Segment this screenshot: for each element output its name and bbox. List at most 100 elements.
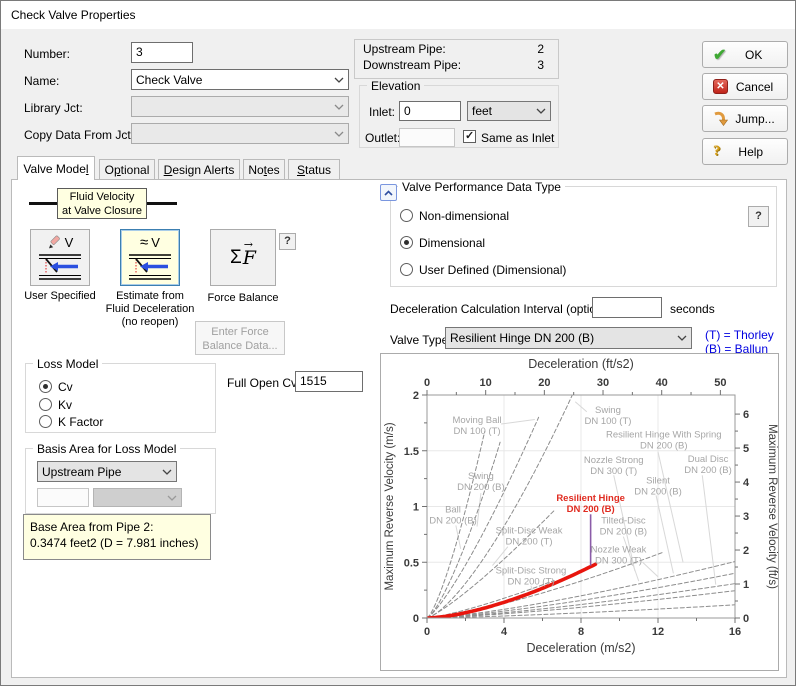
radio-kv[interactable]: Kv xyxy=(39,397,72,412)
user-specified-button[interactable]: V xyxy=(30,229,90,286)
svg-text:Maximum Reverse Velocity (m/s): Maximum Reverse Velocity (m/s) xyxy=(384,422,396,590)
interval-unit-label: seconds xyxy=(670,302,715,316)
valve-type-label: Valve Type: xyxy=(390,333,452,347)
question-mark-icon: ? xyxy=(713,143,721,159)
chevron-down-icon xyxy=(536,108,546,114)
performance-legend: Valve Performance Data Type xyxy=(398,180,565,194)
radio-non-dimensional[interactable]: Non-dimensional xyxy=(400,208,509,223)
check-valve-pipe-icon xyxy=(38,253,82,281)
svg-text:0: 0 xyxy=(424,626,430,638)
chevron-down-icon xyxy=(334,77,344,83)
copy-data-label: Copy Data From Jct... xyxy=(24,128,141,142)
basis-area-combo[interactable]: Upstream Pipe xyxy=(37,461,177,482)
outlet-label: Outlet: xyxy=(365,131,401,145)
model-help-button[interactable]: ? xyxy=(279,233,296,250)
svg-text:50: 50 xyxy=(714,377,726,389)
cancel-button[interactable]: ✕ Cancel xyxy=(702,73,788,100)
loss-model-legend: Loss Model xyxy=(33,357,103,371)
svg-text:4: 4 xyxy=(501,626,508,638)
tab-valve-model[interactable]: Valve Model xyxy=(17,156,95,180)
chevron-down-icon xyxy=(677,335,687,341)
svg-text:1: 1 xyxy=(413,502,419,514)
elevation-legend: Elevation xyxy=(367,79,425,93)
svg-text:Resilient HingeDN 200 (B): Resilient Hinge DN 200 (B) xyxy=(556,493,625,515)
radio-dimensional[interactable]: Dimensional xyxy=(400,235,485,250)
ok-button[interactable]: ✔ OK xyxy=(702,41,788,68)
connected-pipes-box: Upstream Pipe: 2 Downstream Pipe: 3 xyxy=(354,39,559,79)
svg-text:Deceleration (ft/s2): Deceleration (ft/s2) xyxy=(528,357,634,371)
radio-icon xyxy=(400,209,413,222)
help-button[interactable]: ? Help xyxy=(702,138,788,165)
number-label: Number: xyxy=(24,47,71,61)
basis-area-value-input[interactable] xyxy=(37,488,89,507)
name-combo[interactable]: Check Valve xyxy=(131,69,349,90)
thorley-legend: (T) = Thorley xyxy=(705,328,774,342)
performance-help-button[interactable]: ? xyxy=(748,206,769,227)
radio-icon xyxy=(39,415,52,428)
full-open-cv-input[interactable]: 1515 xyxy=(295,371,363,392)
basis-area-unit-combo[interactable] xyxy=(93,488,182,507)
valve-performance-chart: Moving Ball DN 100 (T) Swing DN 100 (T) Resi… xyxy=(384,357,778,655)
radio-k-factor[interactable]: K Factor xyxy=(39,414,103,429)
radio-icon xyxy=(400,236,413,249)
fluid-velocity-tooltip: Fluid Velocity at Valve Closure xyxy=(57,188,147,219)
titlebar: Check Valve Properties xyxy=(1,1,795,29)
svg-text:5: 5 xyxy=(743,443,749,455)
chevron-down-icon xyxy=(162,469,172,475)
name-label: Name: xyxy=(24,74,60,88)
chevron-down-icon xyxy=(334,104,344,110)
outlet-elevation-input[interactable] xyxy=(399,128,455,147)
svg-text:16: 16 xyxy=(729,626,741,638)
user-specified-label: User Specified xyxy=(24,290,96,302)
svg-text:2: 2 xyxy=(743,545,749,557)
upstream-pipe-label: Upstream Pipe: xyxy=(363,42,446,56)
radio-icon xyxy=(39,380,52,393)
svg-text:3: 3 xyxy=(743,511,749,523)
upstream-pipe-value: 2 xyxy=(537,42,544,56)
inlet-unit-combo[interactable]: feet xyxy=(467,101,551,121)
force-balance-button[interactable]: ΣF xyxy=(210,229,276,286)
radio-icon xyxy=(39,398,52,411)
check-valve-pipe-icon xyxy=(128,253,172,281)
inlet-label: Inlet: xyxy=(369,105,396,119)
svg-text:Resilient Hinge With SpringDN: Resilient Hinge With Spring DN 200 (B) xyxy=(606,430,722,452)
tab-optional[interactable]: Optional xyxy=(99,159,155,179)
x-icon: ✕ xyxy=(713,79,728,94)
valve-type-combo[interactable]: Resilient Hinge DN 200 (B) xyxy=(445,327,692,349)
svg-text:1: 1 xyxy=(743,579,749,591)
svg-text:1.5: 1.5 xyxy=(404,446,419,458)
inlet-elevation-input[interactable]: 0 xyxy=(399,101,461,121)
jump-button[interactable]: Jump... xyxy=(702,105,788,132)
force-balance-label: Force Balance xyxy=(207,292,279,304)
chart-collapse-button[interactable] xyxy=(380,184,397,201)
approx-icon: ≈ xyxy=(140,234,149,251)
same-as-inlet-checkbox[interactable] xyxy=(463,129,476,143)
tab-design-alerts[interactable]: Design Alerts xyxy=(158,159,240,179)
library-jct-label: Library Jct: xyxy=(24,101,83,115)
estimate-label: Estimate from Fluid Deceleration (no reo… xyxy=(105,290,195,328)
enter-force-balance-data-button[interactable]: Enter Force Balance Data... xyxy=(195,321,285,355)
sigma-f-icon: Σ xyxy=(230,246,242,268)
svg-text:2: 2 xyxy=(413,390,419,402)
copy-data-combo[interactable] xyxy=(131,123,349,144)
check-icon: ✔ xyxy=(713,46,727,64)
svg-text:Moving BallDN 100 (T): Moving Ball DN 100 (T) xyxy=(452,415,501,437)
full-open-cv-label: Full Open Cv: xyxy=(227,376,301,390)
interval-input[interactable] xyxy=(592,297,662,318)
radio-cv[interactable]: Cv xyxy=(39,379,73,394)
svg-text:Tilted-DiscDN 200 (B): Tilted-Disc DN 200 (B) xyxy=(600,515,648,537)
svg-text:0: 0 xyxy=(413,613,419,625)
tab-notes[interactable]: Notes xyxy=(243,159,285,179)
chevron-down-icon xyxy=(334,131,344,137)
tab-status[interactable]: Status xyxy=(288,159,340,179)
estimate-from-deceleration-button[interactable]: ≈ V xyxy=(120,229,180,286)
base-area-info-box: Base Area from Pipe 2: 0.3474 feet2 (D =… xyxy=(23,514,211,560)
interval-label: Deceleration Calculation Interval (optio… xyxy=(390,302,620,316)
svg-text:SilentDN 200 (B): Silent DN 200 (B) xyxy=(634,475,682,497)
window-title: Check Valve Properties xyxy=(11,8,136,22)
same-as-inlet-label: Same as Inlet xyxy=(481,131,555,145)
radio-user-defined[interactable]: User Defined (Dimensional) xyxy=(400,262,566,277)
number-input[interactable]: 3 xyxy=(131,42,193,63)
svg-text:Nozzle WeakDN 300 (T): Nozzle Weak DN 300 (T) xyxy=(591,544,647,566)
library-jct-combo[interactable] xyxy=(131,96,349,117)
